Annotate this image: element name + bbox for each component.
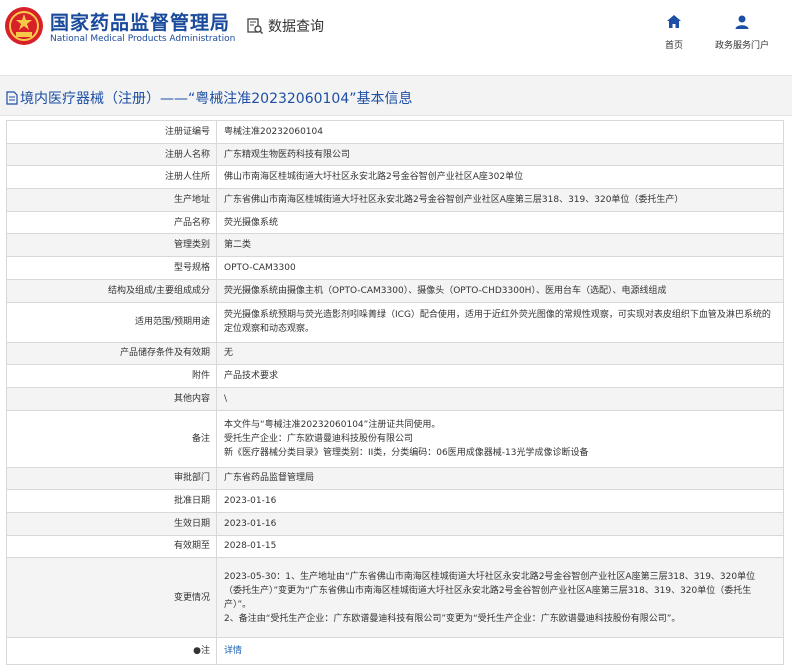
page-title-bar: 境内医疗器械（注册）——“粤械注准20232060104”基本信息: [0, 75, 792, 116]
field-value: 广东精观生物医药科技有限公司: [216, 142, 784, 167]
table-row: 其他内容 \: [6, 386, 784, 411]
document-icon: [6, 91, 18, 105]
nav-home[interactable]: 首页: [660, 14, 688, 51]
home-icon: [667, 15, 681, 28]
device-info-table: 注册证编号 粤械注准20232060104 注册人名称 广东精观生物医药科技有限…: [6, 120, 784, 666]
table-row: 管理类别 第二类: [6, 233, 784, 258]
field-label: 附件: [6, 364, 217, 388]
field-label: 生产地址: [6, 188, 217, 212]
field-label: 备注: [6, 409, 217, 468]
field-label: 产品名称: [6, 210, 217, 235]
change-line: 2023-05-30：1、生产地址由“广东省佛山市南海区桂城街道大圩社区永安北路…: [224, 571, 756, 610]
field-label: 其他内容: [6, 386, 217, 411]
nav-service-portal[interactable]: 政务服务门户: [710, 14, 774, 51]
field-value: \: [216, 386, 784, 411]
table-row: 产品储存条件及有效期 无: [6, 341, 784, 366]
site-header: 国家药品监督管理局 National Medical Products Admi…: [0, 0, 792, 60]
table-row: 结构及组成/主要组成成分 荧光摄像系统由摄像主机（OPTO-CAM3300）、摄…: [6, 278, 784, 303]
field-value: 2023-05-30：1、生产地址由“广东省佛山市南海区桂城街道大圩社区永安北路…: [216, 557, 784, 639]
field-value: 2028-01-15: [216, 534, 784, 559]
field-value: 广东省佛山市南海区桂城街道大圩社区永安北路2号金谷智创产业社区A座第三层318、…: [216, 188, 784, 212]
nav-home-label: 首页: [664, 41, 683, 51]
field-value: 荧光摄像系统由摄像主机（OPTO-CAM3300）、摄像头（OPTO-CHD33…: [216, 278, 784, 303]
page-title: 境内医疗器械（注册）——“粤械注准20232060104”基本信息: [6, 88, 412, 108]
table-row: 有效期至 2028-01-15: [6, 534, 784, 559]
details-link[interactable]: 详情: [224, 646, 242, 656]
document-search-icon: [247, 18, 264, 35]
table-row: 注册证编号 粤械注准20232060104: [6, 120, 784, 144]
remark-line: 受托生产企业：广东欧谱曼迪科技股份有限公司: [224, 433, 414, 444]
field-label: 型号规格: [6, 256, 217, 280]
field-value: 第二类: [216, 233, 784, 258]
field-value: 荧光摄像系统: [216, 210, 784, 235]
data-query-link[interactable]: 数据查询: [246, 16, 324, 36]
page-title-text: 境内医疗器械（注册）——“粤械注准20232060104”基本信息: [20, 91, 413, 107]
data-query-label: 数据查询: [268, 19, 324, 35]
table-row: 适用范围/预期用途 荧光摄像系统预期与荧光造影剂吲哚菁绿（ICG）配合使用，适用…: [6, 301, 784, 343]
table-row: 变更情况 2023-05-30：1、生产地址由“广东省佛山市南海区桂城街道大圩社…: [6, 557, 784, 639]
field-label: ●注: [6, 637, 217, 666]
field-label: 审批部门: [6, 466, 217, 491]
table-row: 备注 本文件与“粤械注准20232060104”注册证共同使用。 受托生产企业：…: [6, 409, 784, 468]
field-value: 广东省药品监督管理局: [216, 466, 784, 491]
field-label: 注册证编号: [6, 120, 217, 144]
field-label: 管理类别: [6, 233, 217, 258]
nav-service-portal-label: 政务服务门户: [714, 41, 769, 51]
field-label: 结构及组成/主要组成成分: [6, 278, 217, 303]
site-subtitle: National Medical Products Administration: [50, 34, 236, 44]
table-row: 产品名称 荧光摄像系统: [6, 210, 784, 235]
table-row: 生效日期 2023-01-16: [6, 511, 784, 536]
site-title[interactable]: 国家药品监督管理局: [50, 8, 230, 35]
field-value: 本文件与“粤械注准20232060104”注册证共同使用。 受托生产企业：广东欧…: [216, 409, 784, 468]
field-value: 佛山市南海区桂城街道大圩社区永安北路2号金谷智创产业社区A座302单位: [216, 165, 784, 190]
field-label: 产品储存条件及有效期: [6, 341, 217, 366]
table-row: 批准日期 2023-01-16: [6, 489, 784, 513]
field-label: 注册人住所: [6, 165, 217, 190]
field-label: 注册人名称: [6, 142, 217, 167]
field-label: 适用范围/预期用途: [6, 301, 217, 343]
remark-line: 本文件与“粤械注准20232060104”注册证共同使用。: [224, 419, 441, 430]
table-row: 注册人名称 广东精观生物医药科技有限公司: [6, 142, 784, 167]
table-row: 型号规格 OPTO-CAM3300: [6, 256, 784, 280]
field-value: 详情: [216, 637, 784, 666]
field-label: 变更情况: [6, 557, 217, 639]
field-value: 荧光摄像系统预期与荧光造影剂吲哚菁绿（ICG）配合使用，适用于近红外荧光图像的常…: [216, 301, 784, 343]
national-emblem-icon[interactable]: [4, 6, 44, 46]
field-label: 有效期至: [6, 534, 217, 559]
table-row: 生产地址 广东省佛山市南海区桂城街道大圩社区永安北路2号金谷智创产业社区A座第三…: [6, 188, 784, 212]
table-row: ●注 详情: [6, 637, 784, 666]
table-row: 审批部门 广东省药品监督管理局: [6, 466, 784, 491]
field-label: 生效日期: [6, 511, 217, 536]
table-row: 附件 产品技术要求: [6, 364, 784, 388]
field-value: 2023-01-16: [216, 511, 784, 536]
field-value: OPTO-CAM3300: [216, 256, 784, 280]
table-row: 注册人住所 佛山市南海区桂城街道大圩社区永安北路2号金谷智创产业社区A座302单…: [6, 165, 784, 190]
remark-line: 新《医疗器械分类目录》管理类别：II类，分类编码：06医用成像器械-13光学成像…: [224, 447, 589, 458]
field-value: 产品技术要求: [216, 364, 784, 388]
change-line: 2、备注由“受托生产企业：广东欧谱曼迪科技有限公司”变更为“受托生产企业：广东欧…: [224, 613, 681, 624]
field-value: 无: [216, 341, 784, 366]
user-icon: [735, 15, 749, 29]
field-label: 批准日期: [6, 489, 217, 513]
field-value: 粤械注准20232060104: [216, 120, 784, 144]
field-value: 2023-01-16: [216, 489, 784, 513]
